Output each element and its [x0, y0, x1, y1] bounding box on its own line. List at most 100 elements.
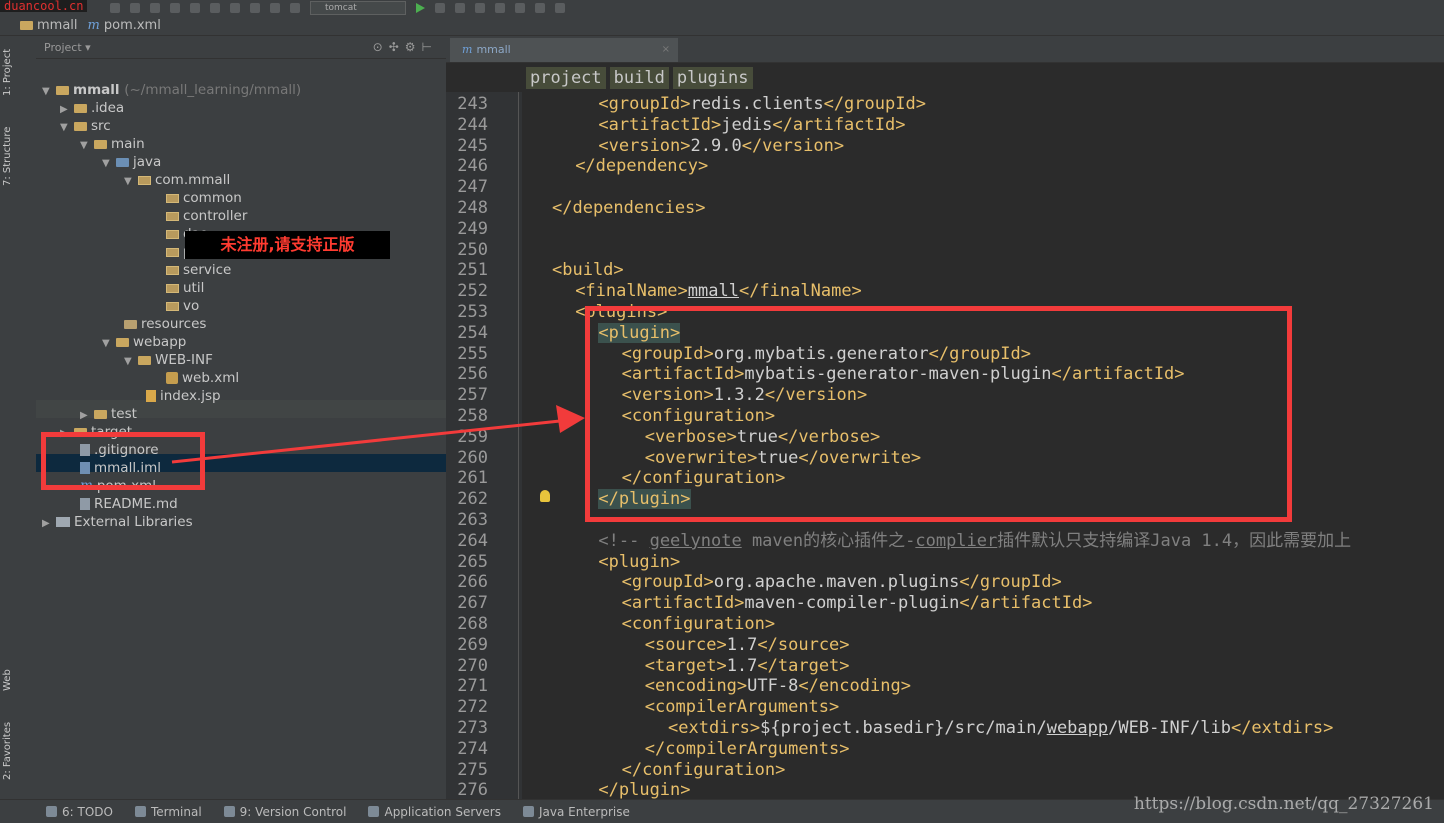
line-number: 259: [457, 426, 488, 447]
breadcrumb-plugins[interactable]: plugins: [672, 67, 753, 89]
tree-item-web-xml[interactable]: web.xml: [166, 369, 239, 387]
xml-file-icon: [166, 372, 178, 384]
run-icon[interactable]: [416, 3, 425, 13]
line-number-gutter: 243 244 245 246 247 248 249 250 251 252 253 254 255 2…: [446, 92, 522, 800]
tree-item-src[interactable]: ▼ src: [60, 117, 111, 135]
xml-breadcrumbs: project build plugins: [526, 67, 753, 89]
run-config-select[interactable]: tomcat: [310, 1, 406, 15]
line-number: 245: [457, 135, 488, 156]
breadcrumb-build[interactable]: build: [609, 67, 669, 89]
package-icon: [166, 194, 179, 203]
line-number: 244: [457, 114, 488, 135]
tree-item-main[interactable]: ▼ main: [80, 135, 145, 153]
coverage-icon[interactable]: [455, 3, 465, 13]
build-icon[interactable]: [290, 3, 300, 13]
line-number: 274: [457, 738, 488, 759]
tree-item-readme[interactable]: README.md: [80, 495, 178, 513]
undo-icon[interactable]: [110, 3, 120, 13]
java-enterprise-tool[interactable]: Java Enterprise: [522, 805, 630, 819]
tree-item-common[interactable]: common: [166, 189, 242, 207]
tree-item-index-jsp[interactable]: index.jsp: [146, 387, 221, 405]
tree-item-service[interactable]: service: [166, 261, 231, 279]
top-watermark: duancool.cn: [0, 0, 88, 12]
panel-tools[interactable]: ⊙✣⚙⊢: [373, 40, 438, 54]
package-icon: [166, 302, 179, 311]
tab-structure[interactable]: 7: Structure: [0, 116, 16, 196]
maven-file-icon: m: [87, 18, 100, 33]
code-line: <source>1.7</source>: [644, 634, 850, 655]
application-servers-tool[interactable]: Application Servers: [368, 805, 501, 819]
line-number: 261: [457, 468, 488, 489]
vcs-update-icon[interactable]: [475, 3, 485, 13]
line-number: 246: [457, 156, 488, 177]
version-control-tool[interactable]: 9: Version Control: [223, 805, 346, 819]
code-line: <!-- geelynote maven的核心插件之-complier插件默认只…: [598, 530, 1352, 551]
library-icon: [56, 517, 70, 527]
terminal-tool[interactable]: Terminal: [134, 805, 202, 819]
tree-item-controller[interactable]: controller: [166, 207, 247, 225]
tree-item-com-mmall[interactable]: ▼ com.mmall: [124, 171, 230, 189]
tree-item-resources[interactable]: resources: [124, 315, 206, 333]
code-line: </configuration>: [621, 759, 786, 780]
code-line: <artifactId>maven-compiler-plugin</artif…: [621, 593, 1093, 614]
code-line: <target>1.7</target>: [644, 655, 850, 676]
tree-item-test[interactable]: ▶ test: [80, 405, 137, 423]
tree-item-vo[interactable]: vo: [166, 297, 199, 315]
tree-item-external-libraries[interactable]: ▶ External Libraries: [42, 513, 193, 531]
folder-icon: [20, 21, 33, 30]
close-tab-icon[interactable]: ×: [662, 38, 670, 62]
find-icon[interactable]: [210, 3, 220, 13]
main-toolbar: tomcat: [0, 0, 1444, 16]
breadcrumb-project[interactable]: project: [526, 67, 606, 89]
replace-icon[interactable]: [230, 3, 240, 13]
editor-tab-bar: m mmall ×: [446, 36, 1444, 63]
debug-icon[interactable]: [435, 3, 445, 13]
folder-icon: [116, 338, 129, 347]
annotation-box-pom: [41, 432, 205, 490]
line-number: 275: [457, 759, 488, 780]
tree-item-webapp[interactable]: ▼ webapp: [102, 333, 186, 351]
line-number: 256: [457, 364, 488, 385]
tab-project[interactable]: 1: Project: [0, 42, 16, 102]
line-number: 255: [457, 343, 488, 364]
cut-icon[interactable]: [150, 3, 160, 13]
code-line: <artifactId>jedis</artifactId>: [598, 114, 906, 135]
folder-icon: [138, 356, 151, 365]
help-icon[interactable]: [555, 3, 565, 13]
tree-item-java[interactable]: ▼ java: [102, 153, 161, 171]
todo-icon: [46, 806, 57, 817]
folder-icon: [74, 122, 87, 131]
vcs-commit-icon[interactable]: [495, 3, 505, 13]
paste-icon[interactable]: [190, 3, 200, 13]
back-icon[interactable]: [250, 3, 260, 13]
redo-icon[interactable]: [130, 3, 140, 13]
tree-item-idea[interactable]: ▶ .idea: [60, 99, 124, 117]
tab-favorites[interactable]: 2: Favorites: [0, 716, 16, 786]
code-line: </plugin>: [598, 780, 691, 799]
editor-tab-mmall[interactable]: m mmall ×: [450, 38, 678, 62]
code-line: <groupId>org.apache.maven.plugins</group…: [621, 572, 1062, 593]
nav-file[interactable]: m pom.xml: [88, 18, 161, 33]
forward-icon[interactable]: [270, 3, 280, 13]
tree-item-util[interactable]: util: [166, 279, 204, 297]
nav-project[interactable]: mmall: [20, 18, 78, 33]
tree-item-web-inf[interactable]: ▼ WEB-INF: [124, 351, 213, 369]
code-line: <plugin>: [598, 551, 681, 572]
settings-icon[interactable]: [515, 3, 525, 13]
project-view-select[interactable]: Project ▾: [44, 41, 91, 54]
line-number: 251: [457, 260, 488, 281]
tree-item-mmall[interactable]: ▼ mmall (~/mmall_learning/mmall): [42, 81, 301, 99]
line-number: 265: [457, 551, 488, 572]
maven-file-icon: m: [462, 43, 473, 56]
package-icon: [138, 176, 151, 185]
line-number: 270: [457, 655, 488, 676]
line-number: 264: [457, 530, 488, 551]
annotation-box-plugin: [585, 306, 1292, 522]
project-structure-icon[interactable]: [535, 3, 545, 13]
server-icon: [368, 806, 380, 817]
left-tool-strip: 1: Project 7: Structure Web 2: Favorites: [0, 36, 17, 799]
copy-icon[interactable]: [170, 3, 180, 13]
intention-bulb-icon[interactable]: [540, 490, 550, 502]
todo-tool[interactable]: 6: TODO: [46, 805, 113, 819]
tab-web[interactable]: Web: [0, 660, 16, 700]
